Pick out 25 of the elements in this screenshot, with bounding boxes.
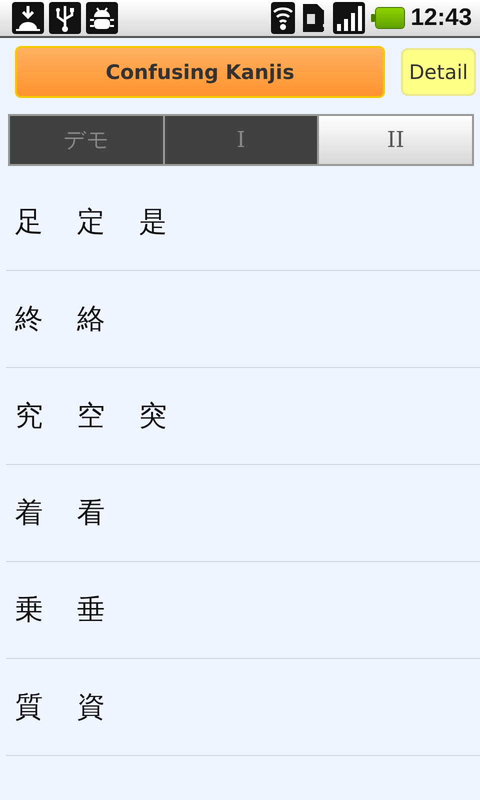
- kanji-character: 是: [139, 204, 167, 240]
- kanji-character: 突: [139, 398, 167, 434]
- bug-icon: [86, 2, 118, 34]
- kanji-character: 終: [15, 301, 43, 337]
- kanji-character: 足: [15, 204, 43, 240]
- signal-icon: [332, 2, 365, 34]
- battery-icon: [370, 7, 405, 29]
- detail-button[interactable]: Detail: [401, 48, 476, 96]
- usb-icon: [49, 2, 81, 34]
- sim-card-icon: [300, 2, 327, 34]
- tab[interactable]: II: [319, 116, 472, 164]
- kanji-character: 着: [15, 495, 43, 531]
- kanji-character: 定: [77, 204, 105, 240]
- download-icon: [12, 2, 44, 34]
- kanji-character: 絡: [77, 301, 105, 337]
- kanji-character: 空: [77, 398, 105, 434]
- kanji-character: 究: [15, 398, 43, 434]
- title-button[interactable]: Confusing Kanjis: [15, 46, 385, 98]
- kanji-character: 質: [15, 689, 43, 725]
- kanji-character: 垂: [77, 592, 105, 628]
- wifi-icon: [270, 2, 295, 34]
- kanji-character: 資: [77, 689, 105, 725]
- kanji-character: 乗: [15, 592, 43, 628]
- clock-time: 12:43: [410, 4, 472, 32]
- kanji-character: 看: [77, 495, 105, 531]
